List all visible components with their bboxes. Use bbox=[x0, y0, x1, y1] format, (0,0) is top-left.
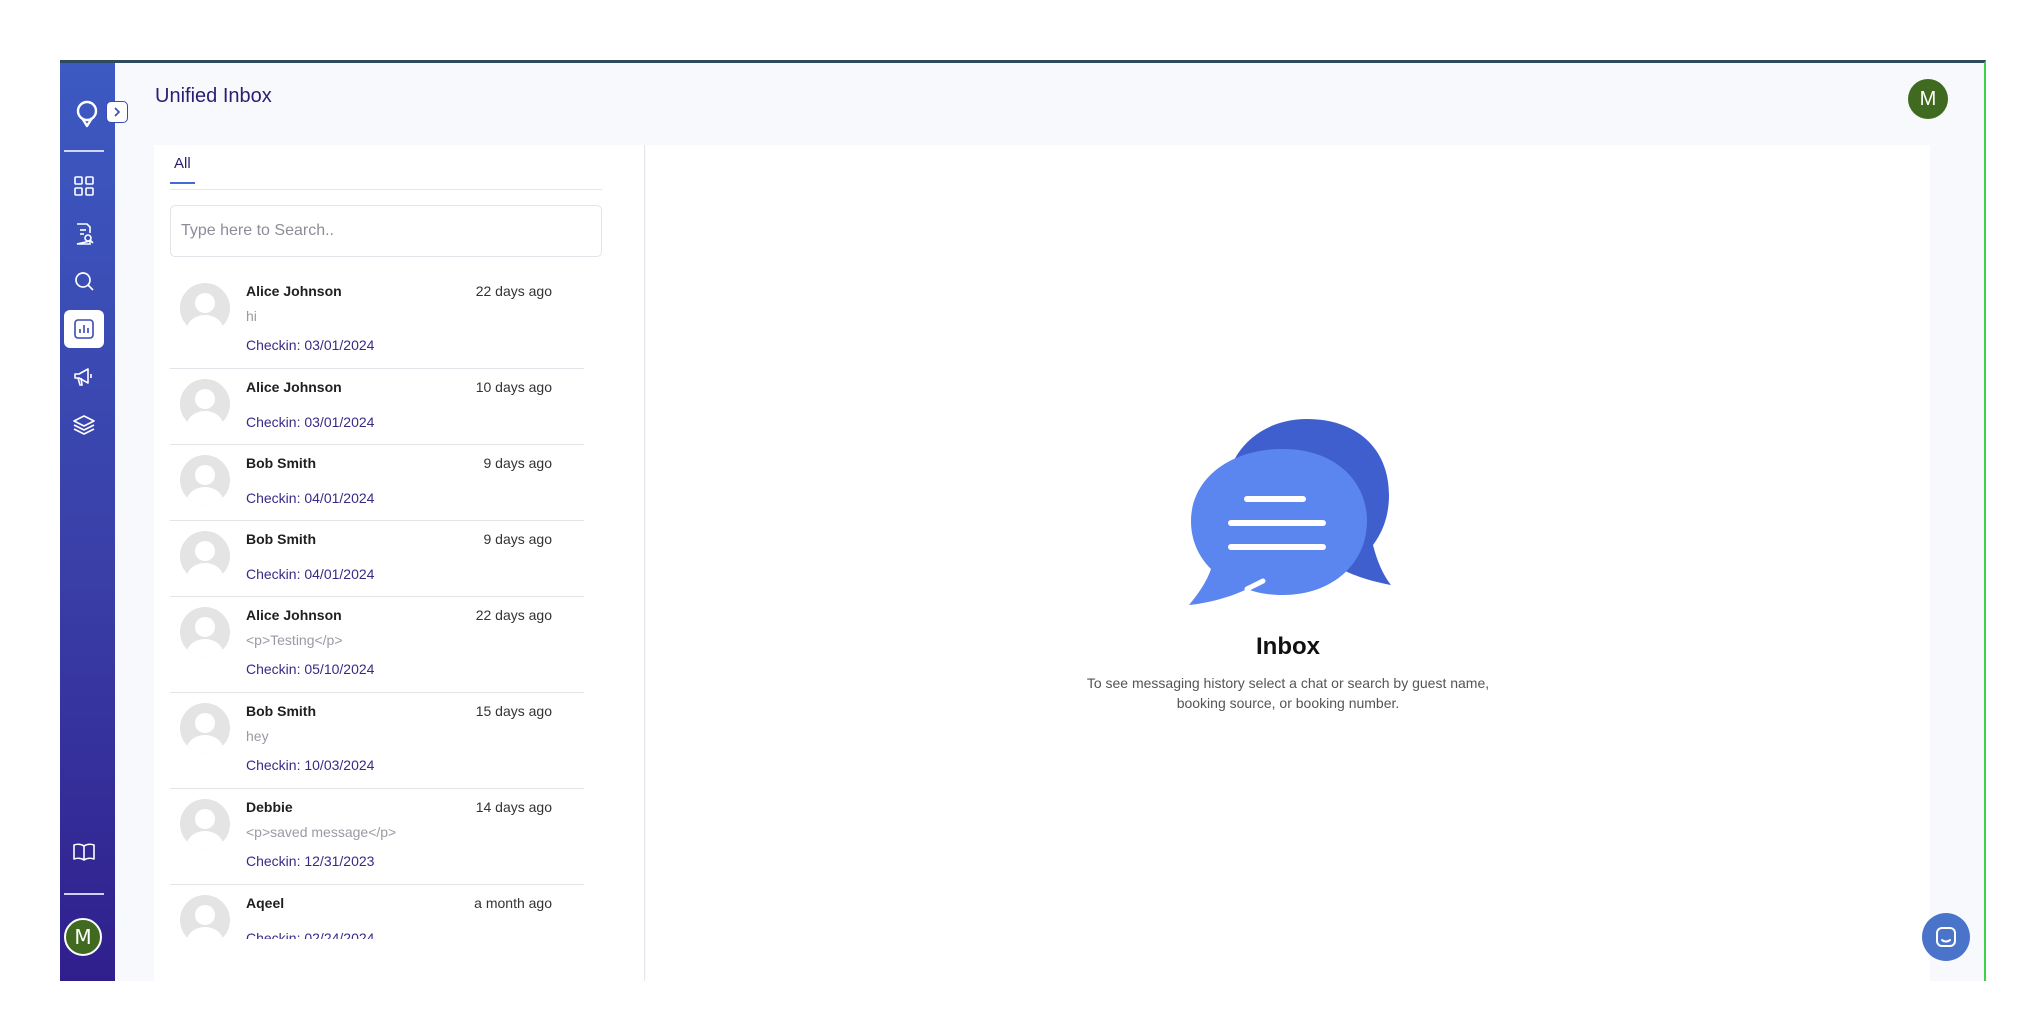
message-time: 22 days ago bbox=[475, 283, 552, 299]
sidebar-divider bbox=[64, 893, 104, 895]
app-frame: M Unified Inbox M All Alice Johnson 22 d… bbox=[60, 60, 1986, 981]
conversation-panel: All Alice Johnson 22 days ago hi Checkin… bbox=[154, 145, 645, 981]
contact-name: Debbie bbox=[246, 799, 293, 815]
sidebar: M bbox=[60, 63, 115, 981]
sidebar-item-search[interactable] bbox=[64, 262, 104, 300]
message-preview: hi bbox=[246, 308, 257, 324]
empty-state-title: Inbox bbox=[1256, 633, 1320, 660]
list-item[interactable]: Alice Johnson 22 days ago hi Checkin: 03… bbox=[170, 273, 584, 369]
tab-all[interactable]: All bbox=[170, 155, 195, 184]
bar-chart-icon bbox=[74, 319, 94, 339]
list-item[interactable]: Bob Smith 9 days ago Checkin: 04/01/2024 bbox=[170, 521, 584, 597]
avatar bbox=[180, 455, 230, 505]
chat-icon bbox=[1936, 927, 1956, 947]
sidebar-collapse-button[interactable] bbox=[106, 101, 128, 123]
message-preview: hey bbox=[246, 728, 269, 744]
avatar bbox=[180, 799, 230, 849]
avatar bbox=[180, 895, 230, 939]
conversation-list: Alice Johnson 22 days ago hi Checkin: 03… bbox=[170, 273, 602, 939]
list-item[interactable]: Alice Johnson 10 days ago Checkin: 03/01… bbox=[170, 369, 584, 445]
contact-name: Bob Smith bbox=[246, 531, 316, 547]
chat-launcher-button[interactable] bbox=[1922, 913, 1970, 961]
sidebar-item-dashboard[interactable] bbox=[64, 167, 104, 205]
message-time: 22 days ago bbox=[475, 607, 552, 623]
list-item[interactable]: Debbie 14 days ago <p>saved message</p> … bbox=[170, 789, 584, 885]
list-item[interactable]: Bob Smith 9 days ago Checkin: 04/01/2024 bbox=[170, 445, 584, 521]
sidebar-item-reports[interactable] bbox=[64, 215, 104, 253]
contact-name: Alice Johnson bbox=[246, 607, 342, 623]
checkin-date: Checkin: 04/01/2024 bbox=[246, 566, 375, 582]
book-icon bbox=[73, 843, 95, 861]
checkin-date: Checkin: 12/31/2023 bbox=[246, 853, 375, 869]
message-time: 10 days ago bbox=[475, 379, 552, 395]
message-preview: <p>Testing</p> bbox=[246, 632, 343, 648]
sidebar-avatar[interactable]: M bbox=[64, 918, 102, 956]
sidebar-item-layers[interactable] bbox=[64, 406, 104, 444]
contact-name: Aqeel bbox=[246, 895, 285, 911]
contact-name: Bob Smith bbox=[246, 455, 316, 471]
avatar bbox=[180, 283, 230, 333]
contact-name: Alice Johnson bbox=[246, 283, 342, 299]
list-item[interactable]: Aqeel a month ago Checkin: 02/24/2024 bbox=[170, 885, 584, 939]
message-preview: <p>saved message</p> bbox=[246, 824, 397, 840]
logo-icon[interactable] bbox=[68, 95, 106, 133]
sidebar-item-analytics[interactable] bbox=[64, 310, 104, 348]
message-time: 15 days ago bbox=[475, 703, 552, 719]
tabs-divider bbox=[170, 189, 602, 190]
chevron-right-icon bbox=[114, 107, 121, 117]
page-title: Unified Inbox bbox=[155, 85, 272, 107]
avatar bbox=[180, 379, 230, 429]
search-input[interactable] bbox=[170, 205, 602, 257]
user-avatar[interactable]: M bbox=[1908, 79, 1948, 119]
avatar bbox=[180, 531, 230, 581]
empty-state-description: To see messaging history select a chat o… bbox=[1086, 675, 1490, 711]
search-icon bbox=[75, 272, 94, 291]
contact-name: Alice Johnson bbox=[246, 379, 342, 395]
document-search-icon bbox=[76, 223, 94, 245]
list-item[interactable]: Bob Smith 15 days ago hey Checkin: 10/03… bbox=[170, 693, 584, 789]
chat-bubbles-icon bbox=[1189, 419, 1391, 605]
list-item[interactable]: Alice Johnson 22 days ago <p>Testing</p>… bbox=[170, 597, 584, 693]
layers-icon bbox=[73, 415, 95, 435]
avatar bbox=[180, 703, 230, 753]
sidebar-divider bbox=[64, 150, 104, 152]
sidebar-item-docs[interactable] bbox=[64, 833, 104, 871]
sidebar-item-campaigns[interactable] bbox=[64, 358, 104, 396]
message-time: a month ago bbox=[474, 895, 552, 911]
checkin-date: Checkin: 03/01/2024 bbox=[246, 414, 375, 430]
checkin-date: Checkin: 10/03/2024 bbox=[246, 757, 375, 773]
checkin-date: Checkin: 03/01/2024 bbox=[246, 337, 375, 353]
message-time: 14 days ago bbox=[475, 799, 552, 815]
checkin-date: Checkin: 02/24/2024 bbox=[246, 930, 375, 939]
message-time: 9 days ago bbox=[483, 455, 553, 471]
message-time: 9 days ago bbox=[483, 531, 553, 547]
avatar bbox=[180, 607, 230, 657]
contact-name: Bob Smith bbox=[246, 703, 316, 719]
checkin-date: Checkin: 05/10/2024 bbox=[246, 661, 375, 677]
checkin-date: Checkin: 04/01/2024 bbox=[246, 490, 375, 506]
grid-icon bbox=[74, 176, 94, 196]
message-detail-panel: Inbox To see messaging history select a … bbox=[646, 145, 1930, 981]
megaphone-icon bbox=[74, 368, 92, 386]
